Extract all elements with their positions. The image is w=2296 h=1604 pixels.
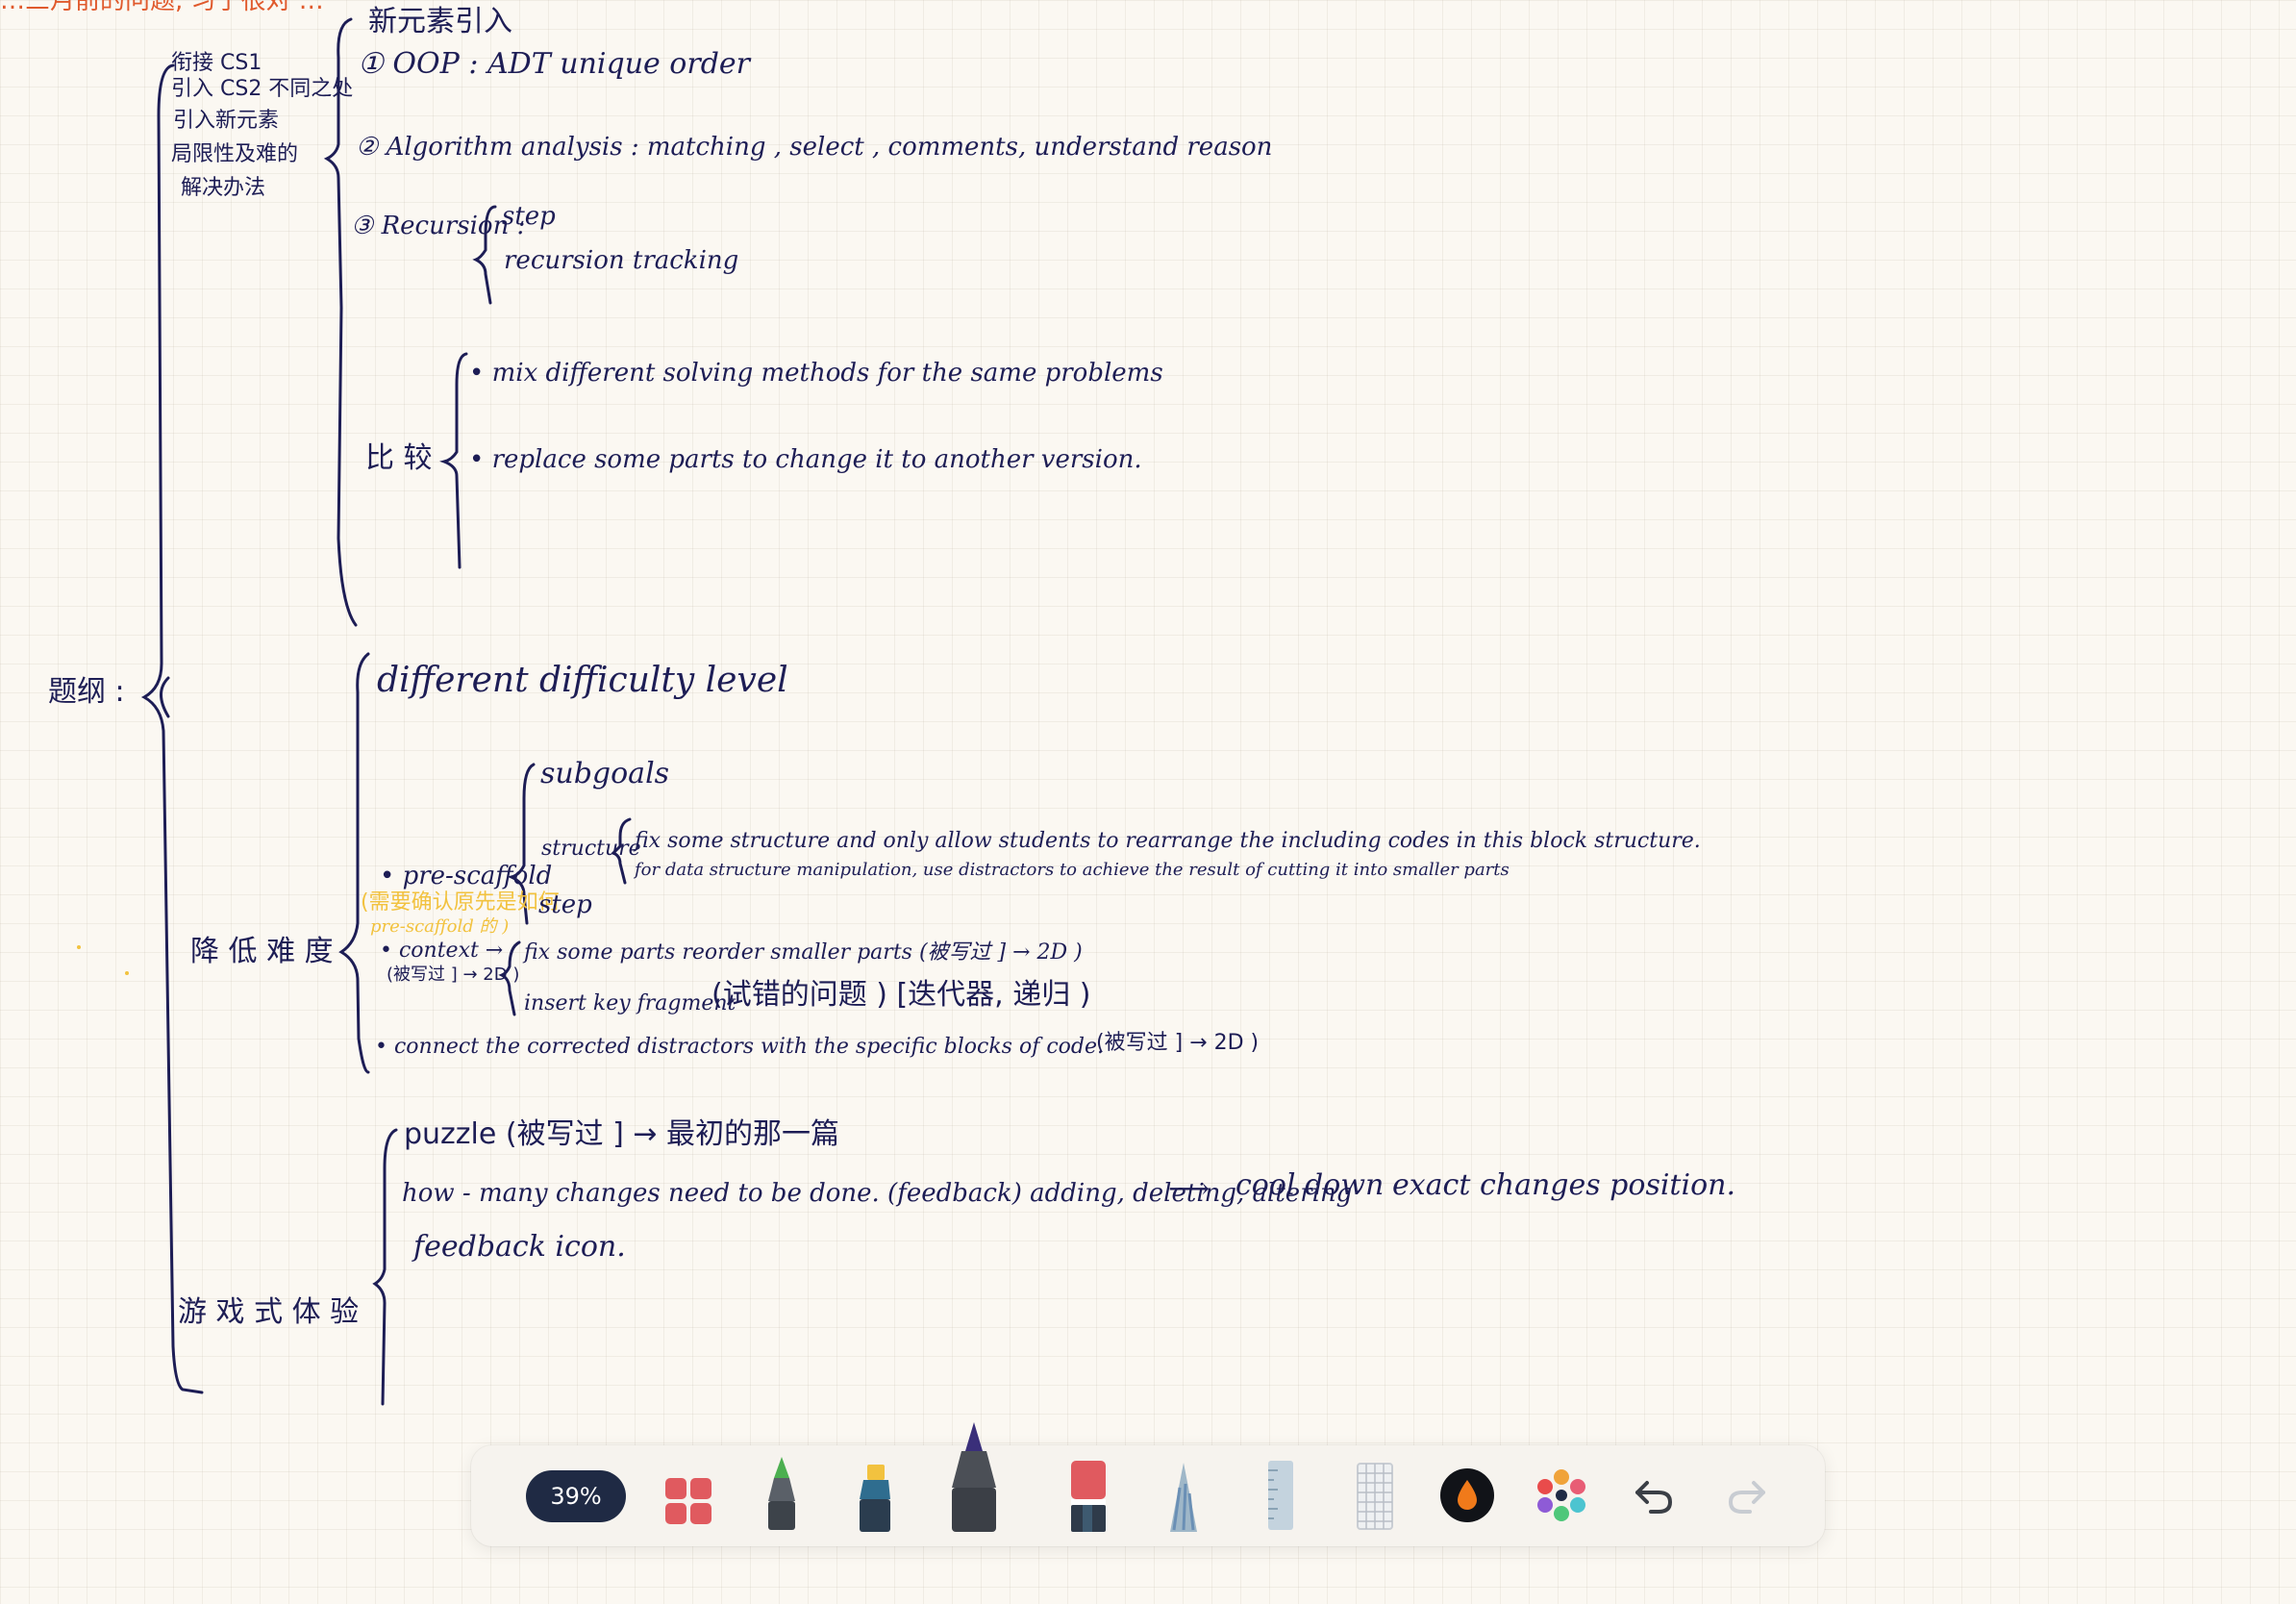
structure-detail: fix some structure and only allow studen… xyxy=(635,829,1701,853)
yellow-highlighter-icon[interactable] xyxy=(851,1457,899,1534)
exact-position-line: exact changes position. xyxy=(1392,1168,1735,1202)
zoom-level-button[interactable]: 39% xyxy=(526,1470,626,1522)
feedback-icon-line: feedback icon. xyxy=(413,1230,626,1264)
arrow-line: ⟶ xyxy=(1168,1172,1210,1206)
color-palette-icon[interactable] xyxy=(1532,1466,1591,1525)
intro-line: 局限性及难的 xyxy=(171,142,299,166)
root-label: 题纲 : xyxy=(48,675,125,709)
prescaffold-line: • pre-scaffold xyxy=(380,862,553,890)
context-note: (被写过 ] → 2D ) xyxy=(387,965,520,985)
pencil-icon[interactable] xyxy=(1160,1459,1208,1536)
puzzle-line: puzzle (被写过 ] → 最初的那一篇 xyxy=(404,1117,840,1151)
handwritten-brackets xyxy=(77,17,632,1406)
algorithm-line: ② Algorithm analysis : matching , select… xyxy=(356,133,1273,162)
gamified-label: 游 戏 式 体 验 xyxy=(178,1295,360,1329)
redo-icon[interactable] xyxy=(1721,1469,1773,1521)
recursion-label: ③ Recursion : xyxy=(351,212,526,240)
grid-paper-icon[interactable] xyxy=(1350,1459,1400,1534)
changes-line: how - many changes need to be done. (fee… xyxy=(402,1179,1353,1208)
intro-line: 引入新元素 xyxy=(173,109,280,133)
reduce-difficulty-label: 降 低 难 度 xyxy=(190,935,334,968)
intro-line: 衔接 CS1 xyxy=(171,51,262,75)
trial-error-line: (试错的问题 ) [迭代器, 递归 ) xyxy=(711,978,1091,1012)
subgoals-line: subgoals xyxy=(540,757,670,790)
connect-note: (被写过 ] → 2D ) xyxy=(1096,1031,1260,1055)
step-line: step xyxy=(538,890,592,919)
undo-icon[interactable] xyxy=(1628,1469,1680,1521)
recursion-tracking: recursion tracking xyxy=(504,246,739,275)
cooldown-line: cool down xyxy=(1235,1168,1385,1202)
intro-line: 解决办法 xyxy=(181,176,266,200)
prescaffold-note: pre-scaffold 的 ) xyxy=(370,916,510,937)
green-marker-icon[interactable] xyxy=(758,1455,806,1532)
drawing-toolbar: 39% xyxy=(471,1422,1825,1546)
difficulty-line: different difficulty level xyxy=(377,661,788,700)
prescaffold-note: (需要确认原先是如何 xyxy=(361,890,560,915)
structure-label: structure xyxy=(541,837,641,861)
compare-label: 比 较 xyxy=(365,441,433,475)
intro-line: 引入 CS2 不同之处 xyxy=(171,77,354,101)
oop-line: ① OOP : ADT unique order xyxy=(358,47,751,81)
eraser-icon[interactable] xyxy=(1063,1457,1113,1534)
recursion-step: step xyxy=(502,202,556,231)
purple-pen-icon[interactable] xyxy=(940,1418,1008,1534)
pages-grid-icon[interactable] xyxy=(661,1474,715,1528)
note-canvas[interactable]: …三月前的问题, 习了很对 … 题纲 : 衔接 CS1 引入 CS2 不同之处 … xyxy=(0,0,2296,1604)
compare-item: • replace some parts to change it to ano… xyxy=(469,445,1142,474)
cutoff-heading: …三月前的问题, 习了很对 … xyxy=(0,0,324,15)
ruler-icon[interactable] xyxy=(1256,1457,1304,1534)
insert-fragment-line: insert key fragment xyxy=(524,991,736,1015)
ink-color-icon[interactable] xyxy=(1437,1466,1497,1525)
compare-item: • mix different solving methods for the … xyxy=(469,359,1163,388)
structure-detail: for data structure manipulation, use dis… xyxy=(635,860,1510,880)
fix-parts-line: fix some parts reorder smaller parts (被写… xyxy=(524,940,1083,965)
context-line: • context → xyxy=(380,939,504,963)
connect-line: • connect the corrected distractors with… xyxy=(375,1035,1105,1059)
new-elements-heading: 新元素引入 xyxy=(368,5,512,38)
